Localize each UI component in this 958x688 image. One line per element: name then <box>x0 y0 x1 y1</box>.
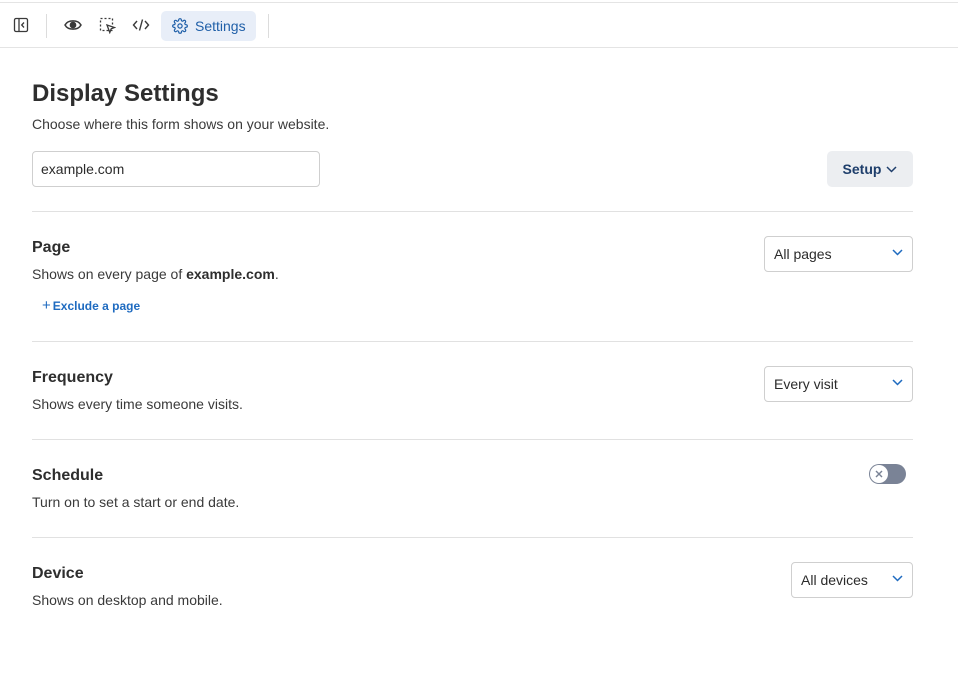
schedule-section-title: Schedule <box>32 467 104 484</box>
section-divider <box>32 341 913 342</box>
exclude-page-link[interactable]: + Exclude a page <box>42 297 140 314</box>
section-divider <box>32 211 913 212</box>
page-select-value: All pages <box>774 246 832 262</box>
schedule-toggle[interactable] <box>869 464 906 484</box>
chevron-down-icon <box>892 575 903 582</box>
toolbar-divider <box>46 14 47 38</box>
chevron-down-icon <box>892 379 903 386</box>
chevron-down-icon <box>886 165 897 173</box>
code-icon[interactable] <box>128 12 154 38</box>
page-select[interactable]: All pages <box>764 236 913 272</box>
device-select-value: All devices <box>801 572 868 588</box>
page-title: Display Settings <box>32 80 219 107</box>
top-toolbar: Settings <box>0 2 958 48</box>
section-divider <box>32 439 913 440</box>
gear-icon <box>172 18 188 34</box>
tab-settings-label: Settings <box>195 18 246 34</box>
frequency-section-title: Frequency <box>32 369 113 386</box>
close-icon <box>875 470 883 478</box>
frequency-section-description: Shows every time someone visits. <box>32 396 243 412</box>
setup-button-label: Setup <box>842 161 882 177</box>
select-element-icon[interactable] <box>94 12 120 38</box>
domain-input[interactable] <box>32 151 320 187</box>
page-section-domain: example.com <box>186 266 275 282</box>
exclude-page-label: Exclude a page <box>52 298 141 313</box>
section-divider <box>32 537 913 538</box>
device-section-description: Shows on desktop and mobile. <box>32 592 223 608</box>
toolbar-divider <box>268 14 269 38</box>
preview-eye-icon[interactable] <box>60 12 86 38</box>
frequency-select[interactable]: Every visit <box>764 366 913 402</box>
plus-icon: + <box>42 297 51 314</box>
schedule-section-description: Turn on to set a start or end date. <box>32 494 240 510</box>
page-subtitle: Choose where this form shows on your web… <box>32 116 330 132</box>
toggle-knob <box>870 465 888 483</box>
tab-settings[interactable]: Settings <box>161 11 256 41</box>
chevron-down-icon <box>892 249 903 256</box>
page-section-title: Page <box>32 239 71 256</box>
page-section-description: Shows on every page of example.com. <box>32 266 279 282</box>
device-section-title: Device <box>32 565 84 582</box>
setup-button[interactable]: Setup <box>827 151 913 187</box>
frequency-select-value: Every visit <box>774 376 838 392</box>
device-select[interactable]: All devices <box>791 562 913 598</box>
sidebar-toggle-icon[interactable] <box>8 12 34 38</box>
